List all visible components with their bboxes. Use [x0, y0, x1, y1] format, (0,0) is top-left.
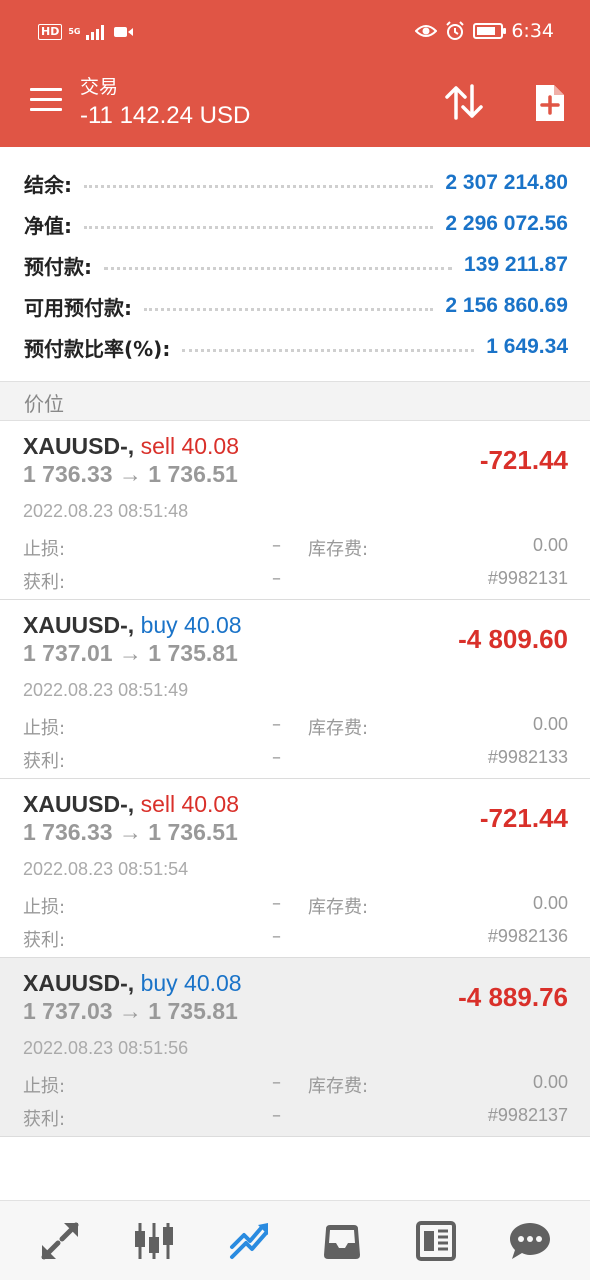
position-item[interactable]: XAUUSD-, buy 40.08 1 737.01 → 1 735.81 -…	[0, 600, 590, 779]
stop-loss-value: –	[272, 714, 281, 735]
margin-label: 预付款:	[24, 254, 92, 279]
chat-icon[interactable]	[508, 1219, 552, 1263]
balance-label: 结余:	[24, 172, 72, 197]
position-profit: -721.44	[479, 445, 568, 475]
position-item-selected[interactable]: XAUUSD-, buy 40.08 1 737.03 → 1 735.81 -…	[0, 958, 590, 1137]
position-symbol: XAUUSD-,	[23, 970, 135, 996]
position-side: sell 40.08	[140, 791, 240, 817]
bottom-navigation	[0, 1200, 590, 1280]
quotes-icon[interactable]	[38, 1219, 82, 1263]
menu-button[interactable]	[30, 88, 62, 114]
profit-total: -11 142.24 USD	[80, 102, 251, 129]
position-time: 2022.08.23 08:51:54	[23, 859, 189, 879]
status-bar: HD 5G 6:34	[0, 0, 590, 66]
margin-value: 139 211.87	[464, 253, 568, 276]
new-order-button[interactable]	[528, 82, 570, 124]
position-symbol: XAUUSD-,	[23, 612, 135, 638]
position-side: sell 40.08	[140, 433, 240, 459]
stop-loss-label: 止损:	[23, 897, 66, 918]
swap-value: 0.00	[532, 893, 568, 913]
take-profit-label: 获利:	[23, 930, 66, 951]
margin-level-value: 1 649.34	[486, 335, 568, 358]
network-indicator: 5G	[68, 27, 81, 36]
stop-loss-value: –	[272, 1072, 281, 1093]
stop-loss-label: 止损:	[23, 718, 66, 739]
trade-icon[interactable]	[228, 1219, 272, 1263]
take-profit-label: 获利:	[23, 751, 66, 772]
swap-label: 库存费:	[308, 718, 369, 739]
stop-loss-value: –	[272, 893, 281, 914]
position-symbol: XAUUSD-,	[23, 791, 135, 817]
take-profit-value: –	[272, 926, 281, 947]
position-time: 2022.08.23 08:51:56	[23, 1038, 189, 1058]
take-profit-value: –	[272, 568, 281, 589]
ticket-number: #9982133	[487, 747, 568, 767]
free-margin-label: 可用预付款:	[24, 295, 132, 320]
eye-icon	[415, 25, 438, 37]
hd-indicator: HD	[38, 24, 63, 40]
ticket-number: #9982136	[487, 926, 568, 946]
swap-value: 0.00	[532, 1072, 568, 1092]
ticket-number: #9982137	[487, 1105, 568, 1125]
swap-label: 库存费:	[308, 1076, 369, 1097]
take-profit-value: –	[272, 747, 281, 768]
equity-row: 净值: 2 296 072.56	[24, 204, 568, 244]
take-profit-label: 获利:	[23, 572, 66, 593]
swap-label: 库存费:	[308, 897, 369, 918]
position-profit: -4 889.76	[458, 982, 568, 1012]
position-item[interactable]: XAUUSD-, sell 40.08 1 736.33 → 1 736.51 …	[0, 421, 590, 600]
swap-label: 库存费:	[308, 539, 369, 560]
app-header: HD 5G 6:34 交易 -11 142.24 USD	[0, 0, 590, 147]
stop-loss-value: –	[272, 535, 281, 556]
position-profit: -4 809.60	[458, 624, 568, 654]
stop-loss-label: 止损:	[23, 1076, 66, 1097]
position-time: 2022.08.23 08:51:49	[23, 680, 189, 700]
position-prices: 1 737.03 → 1 735.81	[23, 998, 238, 1024]
margin-row: 预付款: 139 211.87	[24, 245, 568, 285]
position-side: buy 40.08	[140, 970, 242, 996]
ticket-number: #9982131	[487, 568, 568, 588]
position-prices: 1 736.33 → 1 736.51	[23, 461, 238, 487]
video-record-icon	[114, 27, 134, 37]
swap-value: 0.00	[532, 714, 568, 734]
alarm-icon	[446, 21, 465, 40]
swap-value: 0.00	[532, 535, 568, 555]
chart-candles-icon[interactable]	[132, 1219, 176, 1263]
position-symbol: XAUUSD-,	[23, 433, 135, 459]
account-summary: 结余: 2 307 214.80 净值: 2 296 072.56 预付款: 1…	[0, 147, 590, 381]
position-prices: 1 736.33 → 1 736.51	[23, 819, 238, 845]
section-title: 价位	[24, 392, 64, 416]
equity-label: 净值:	[24, 213, 72, 238]
battery-icon	[473, 23, 507, 39]
stop-loss-label: 止损:	[23, 539, 66, 560]
balance-row: 结余: 2 307 214.80	[24, 163, 568, 203]
free-margin-row: 可用预付款: 2 156 860.69	[24, 286, 568, 326]
history-inbox-icon[interactable]	[320, 1219, 364, 1263]
free-margin-value: 2 156 860.69	[445, 294, 568, 317]
position-prices: 1 737.01 → 1 735.81	[23, 640, 238, 666]
signal-icon	[86, 25, 105, 40]
position-side: buy 40.08	[140, 612, 242, 638]
margin-level-label: 预付款比率(%):	[24, 336, 171, 361]
balance-value: 2 307 214.80	[445, 171, 568, 194]
take-profit-value: –	[272, 1105, 281, 1126]
clock: 6:34	[511, 20, 554, 42]
take-profit-label: 获利:	[23, 1109, 66, 1130]
equity-value: 2 296 072.56	[445, 212, 568, 235]
position-profit: -721.44	[479, 803, 568, 833]
position-time: 2022.08.23 08:51:48	[23, 501, 189, 521]
sort-button[interactable]	[442, 80, 486, 124]
margin-level-row: 预付款比率(%): 1 649.34	[24, 327, 568, 367]
news-icon[interactable]	[414, 1219, 458, 1263]
positions-section-header: 价位	[0, 381, 590, 421]
page-title: 交易	[80, 76, 119, 98]
position-item[interactable]: XAUUSD-, sell 40.08 1 736.33 → 1 736.51 …	[0, 779, 590, 958]
